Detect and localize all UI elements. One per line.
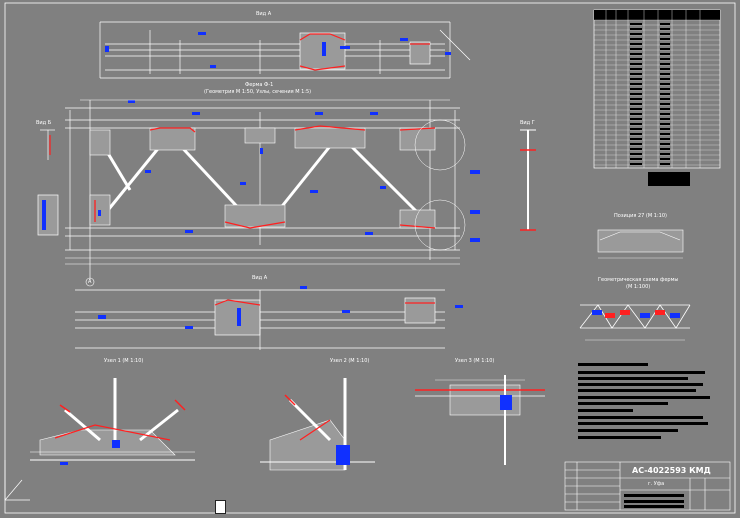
- spec-cell-text: [660, 43, 670, 45]
- spec-cell-text: [660, 78, 670, 80]
- spec-cell-text: [630, 128, 642, 130]
- spec-cell-text: [630, 23, 642, 25]
- spec-cell-text: [660, 58, 670, 60]
- axis-marker-label: А: [88, 279, 92, 285]
- node-3: [415, 375, 545, 465]
- label-view-g: Вид Г: [520, 120, 535, 126]
- spec-cell-text: [630, 133, 642, 135]
- drawing-canvas[interactable]: [0, 0, 740, 518]
- ucs-icon: [4, 460, 30, 501]
- label-view-a-top: Вид А: [256, 11, 272, 17]
- label-geometry-scheme: Геометрическая схема фермы: [598, 277, 679, 283]
- spec-cell-text: [660, 163, 670, 165]
- label-view-a-bottom: Вид А: [252, 275, 268, 281]
- spec-cell-text: [660, 113, 670, 115]
- spec-cell-text: [630, 158, 642, 160]
- spec-cell-text: [630, 53, 642, 55]
- spec-table-rows: [594, 10, 720, 168]
- spec-cell-text: [630, 123, 642, 125]
- spec-cell-text: [630, 88, 642, 90]
- spec-cell-text: [630, 118, 642, 120]
- geometry-scheme-colors: [592, 310, 680, 318]
- view-a-bottom: [75, 289, 445, 350]
- view-g-detail: [520, 129, 536, 231]
- spec-cell-text: [660, 68, 670, 70]
- spec-cell-text: [660, 148, 670, 150]
- spec-cell-text: [660, 158, 670, 160]
- spec-cell-text: [660, 153, 670, 155]
- spec-cell-text: [630, 138, 642, 140]
- spec-cell-text: [660, 108, 670, 110]
- node-2: [260, 378, 375, 471]
- spec-cell-text: [660, 118, 670, 120]
- spec-cell-text: [630, 28, 642, 30]
- spec-cell-text: [630, 148, 642, 150]
- spec-cell-text: [660, 48, 670, 50]
- spec-cell-text: [630, 63, 642, 65]
- spec-cell-text: [660, 33, 670, 35]
- spec-cell-text: [660, 23, 670, 25]
- spec-cell-text: [630, 43, 642, 45]
- spec-cell-text: [660, 28, 670, 30]
- spec-cell-text: [660, 93, 670, 95]
- spec-cell-text: [630, 103, 642, 105]
- label-view-b: Вид Б: [36, 120, 52, 126]
- spec-cell-text: [630, 93, 642, 95]
- spec-cell-text: [660, 63, 670, 65]
- spec-cell-text: [630, 163, 642, 165]
- spec-cell-text: [660, 88, 670, 90]
- spec-cell-text: [630, 83, 642, 85]
- sheet-code: АС-4022593 КМД: [632, 466, 711, 475]
- node-1: [30, 378, 195, 465]
- spec-cell-text: [630, 143, 642, 145]
- spec-cell-text: [660, 143, 670, 145]
- spec-cell-text: [660, 98, 670, 100]
- spec-table: [593, 9, 721, 186]
- cursor-box[interactable]: [215, 500, 226, 514]
- spec-cell-text: [660, 73, 670, 75]
- spec-cell-text: [660, 128, 670, 130]
- spec-cell-text: [630, 108, 642, 110]
- spec-cell-text: [630, 98, 642, 100]
- spec-cell-text: [630, 113, 642, 115]
- view-a-top: [99, 21, 471, 79]
- spec-cell-text: [630, 48, 642, 50]
- spec-cell-text: [630, 33, 642, 35]
- label-node-3: Узел 3 (М 1:10): [455, 358, 495, 364]
- spec-cell-text: [660, 133, 670, 135]
- spec-cell-text: [660, 138, 670, 140]
- spec-cell-text: [660, 53, 670, 55]
- spec-cell-text: [630, 58, 642, 60]
- spec-cell-text: [630, 68, 642, 70]
- label-farm-title: Ферма Ф-1: [245, 82, 274, 88]
- section-27: [597, 229, 684, 259]
- spec-cell-text: [660, 103, 670, 105]
- label-geometry-scale: (М 1:100): [626, 284, 651, 290]
- label-node-2: Узел 2 (М 1:10): [330, 358, 370, 364]
- view-b-detail: [37, 129, 59, 236]
- spec-cell-text: [630, 153, 642, 155]
- label-section-27: Позиция 27 (М 1:10): [614, 213, 667, 219]
- spec-cell-text: [630, 78, 642, 80]
- sheet-sub: г. Уфа: [648, 481, 665, 487]
- spec-cell-text: [630, 38, 642, 40]
- spec-cell-text: [660, 83, 670, 85]
- notes-block: [578, 363, 710, 439]
- spec-cell-text: [660, 123, 670, 125]
- spec-cell-text: [660, 38, 670, 40]
- spec-cell-text: [630, 73, 642, 75]
- label-farm-subtitle: (Геометрия М 1:50, Узлы, сечения М 1:5): [204, 89, 312, 95]
- label-node-1: Узел 1 (М 1:10): [104, 358, 144, 364]
